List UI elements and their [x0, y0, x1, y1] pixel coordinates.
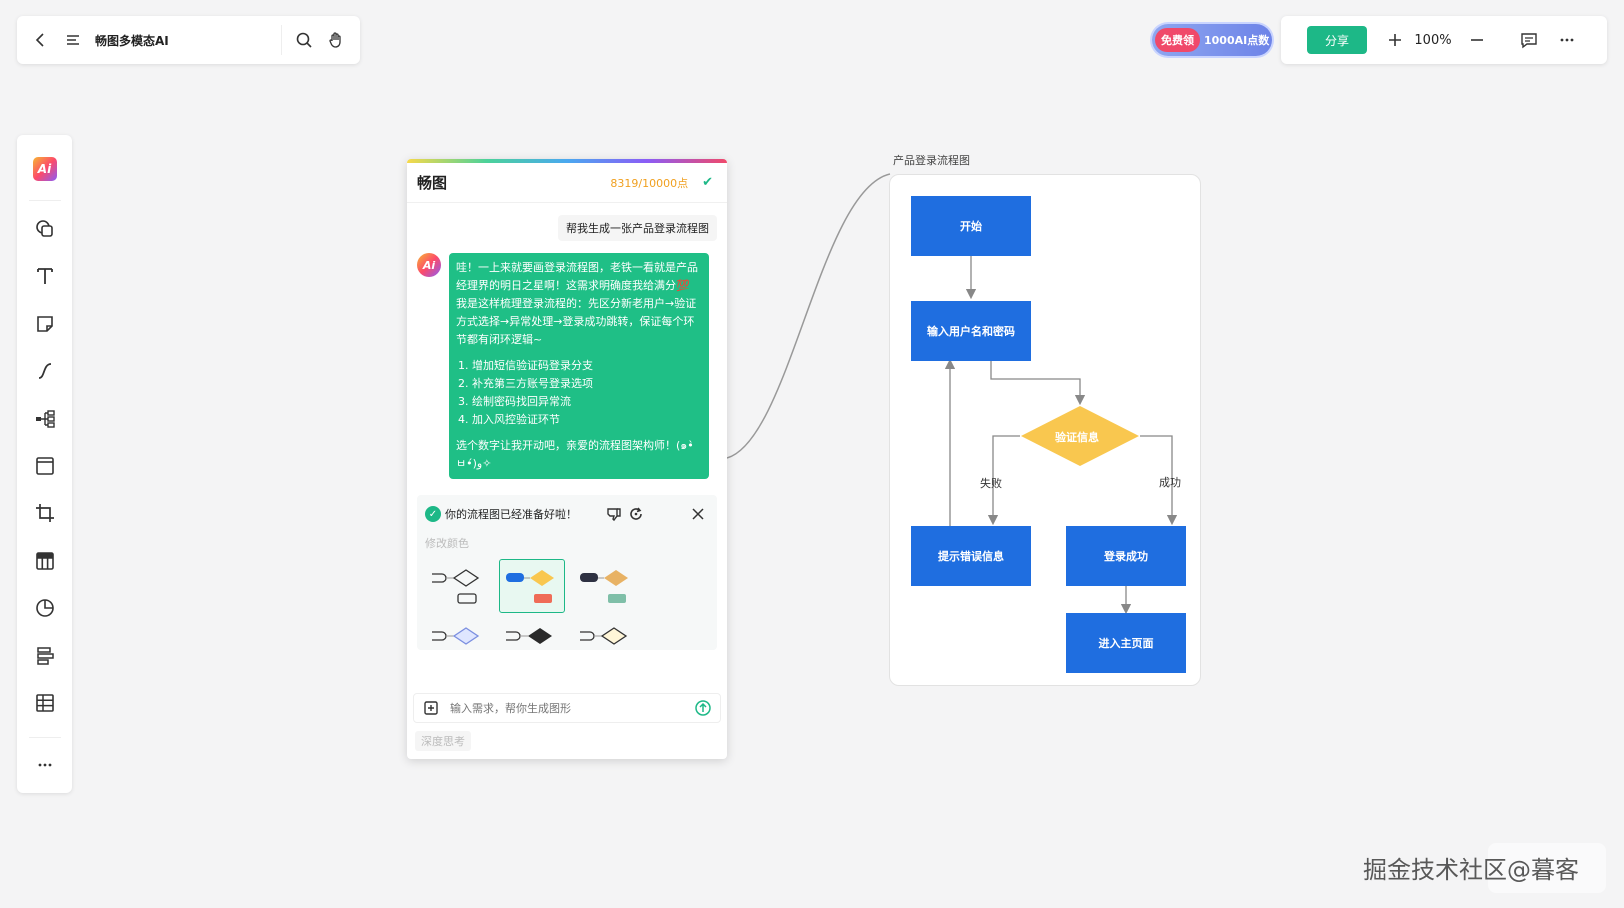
divider — [28, 736, 61, 738]
search-icon[interactable] — [288, 24, 320, 56]
back-arrow-icon[interactable] — [25, 24, 57, 56]
result-card-header: ✓ 你的流程图已经准备好啦！ — [425, 503, 709, 525]
check-icon[interactable]: ✔ — [702, 175, 713, 190]
modify-color-label: 修改颜色 — [425, 537, 469, 550]
thumbs-down-icon[interactable] — [603, 503, 625, 525]
menu-icon[interactable] — [57, 24, 89, 56]
zoom-in-icon[interactable] — [1379, 24, 1411, 56]
ai-message-bubble: 哇！一上来就要画登录流程图，老铁一看就是产品经理界的明日之星啊！这需求明确度我给… — [449, 253, 709, 479]
crop-icon[interactable] — [25, 494, 65, 533]
left-toolbar: Ai — [17, 135, 72, 793]
comment-icon[interactable] — [1513, 24, 1545, 56]
style-swatch-black[interactable] — [499, 621, 565, 651]
flowchart-edges — [944, 256, 1178, 615]
ai-chat-panel: 畅图 8319/10000点 ✔ 帮我生成一张产品登录流程图 Ai 哇！一上来就… — [407, 159, 727, 759]
ai-avatar-icon: Ai — [417, 253, 441, 277]
chat-title: 畅图 — [417, 174, 448, 192]
ai-intro-text: 哇！一上来就要画登录流程图，老铁一看就是产品经理界的明日之星啊！这需求明确度我给… — [456, 261, 698, 292]
user-message: 帮我生成一张产品登录流程图 — [558, 215, 717, 241]
mindmap-icon[interactable] — [25, 399, 65, 438]
node-login-success[interactable]: 登录成功 — [1066, 526, 1186, 586]
pie-chart-icon[interactable] — [25, 589, 65, 628]
text-icon[interactable] — [25, 257, 65, 296]
success-check-icon: ✓ — [425, 506, 441, 522]
table-icon[interactable] — [25, 683, 65, 722]
chat-input-row — [413, 693, 721, 723]
add-attachment-icon[interactable] — [420, 697, 442, 719]
style-swatch-colorful[interactable] — [499, 559, 565, 613]
more-tools-icon[interactable] — [25, 746, 65, 785]
layout-icon[interactable] — [25, 636, 65, 675]
ready-text: 你的流程图已经准备好啦！ — [445, 508, 577, 521]
promo-points-label: 1000AI点数 — [1204, 34, 1270, 47]
node-verify-label[interactable]: 验证信息 — [1055, 429, 1099, 445]
style-swatch-dark[interactable] — [573, 559, 639, 613]
result-card: ✓ 你的流程图已经准备好啦！ 修改颜色 — [417, 495, 717, 650]
regenerate-icon[interactable] — [625, 503, 647, 525]
list-item: 加入风控验证环节 — [472, 411, 702, 429]
zoom-out-icon[interactable] — [1461, 24, 1493, 56]
list-item: 绘制密码找回异常流 — [472, 393, 702, 411]
divider — [28, 200, 61, 202]
node-error-message[interactable]: 提示错误信息 — [911, 526, 1031, 586]
deep-think-toggle[interactable]: 深度思考 — [415, 731, 471, 751]
points-counter: 8319/10000点 — [610, 176, 689, 190]
watermark: 掘金技术社区@暮客 — [1363, 856, 1579, 884]
kanban-icon[interactable] — [25, 541, 65, 580]
close-icon[interactable] — [687, 503, 709, 525]
send-icon[interactable] — [692, 697, 714, 719]
ai-options-list: 增加短信验证码登录分支 补充第三方账号登录选项 绘制密码找回异常流 加入风控验证… — [472, 357, 702, 429]
shape-icon[interactable] — [25, 209, 65, 248]
connector-curve — [726, 173, 891, 459]
more-icon[interactable] — [1551, 24, 1583, 56]
share-button[interactable]: 分享 — [1307, 26, 1367, 54]
style-swatch-outline[interactable] — [425, 559, 491, 613]
style-swatch-blue[interactable] — [425, 621, 491, 651]
ai-message-row: Ai 哇！一上来就要画登录流程图，老铁一看就是产品经理界的明日之星啊！这需求明确… — [417, 253, 717, 479]
document-title[interactable]: 畅图多模态AI — [95, 32, 275, 49]
hand-icon[interactable] — [320, 24, 352, 56]
divider — [281, 25, 282, 55]
list-item: 补充第三方账号登录选项 — [472, 375, 702, 393]
top-right-toolbar: 分享 100% — [1281, 16, 1607, 64]
flowchart-title: 产品登录流程图 — [893, 154, 970, 167]
sticky-note-icon[interactable] — [25, 304, 65, 343]
ai-plan-text: 我是这样梳理登录流程的：先区分新老用户→验证方式选择→异常处理→登录成功跳转，保… — [456, 297, 697, 346]
node-input-credentials[interactable]: 输入用户名和密码 — [911, 301, 1031, 361]
chat-header: 畅图 8319/10000点 ✔ — [407, 163, 727, 203]
zoom-level[interactable]: 100% — [1411, 33, 1455, 48]
frame-icon[interactable] — [25, 446, 65, 485]
connector-icon[interactable] — [25, 352, 65, 391]
edge-label-success: 成功 — [1159, 476, 1181, 489]
ai-tool-icon[interactable]: Ai — [25, 149, 65, 188]
chat-input[interactable] — [450, 701, 692, 715]
list-item: 增加短信验证码登录分支 — [472, 357, 702, 375]
color-palette — [425, 559, 709, 651]
ai-outro-text: 选个数字让我开动吧，亲爱的流程图架构师！(๑•̀ㅂ•́)و✧ — [456, 439, 694, 470]
node-home-page[interactable]: 进入主页面 — [1066, 613, 1186, 673]
top-left-toolbar: 畅图多模态AI — [17, 16, 360, 64]
style-swatch-cream[interactable] — [573, 621, 639, 651]
promo-badge[interactable]: 免费领 1000AI点数 — [1152, 24, 1272, 56]
edge-label-fail: 失败 — [980, 477, 1002, 490]
promo-free-label: 免费领 — [1155, 28, 1200, 52]
node-start[interactable]: 开始 — [911, 196, 1031, 256]
